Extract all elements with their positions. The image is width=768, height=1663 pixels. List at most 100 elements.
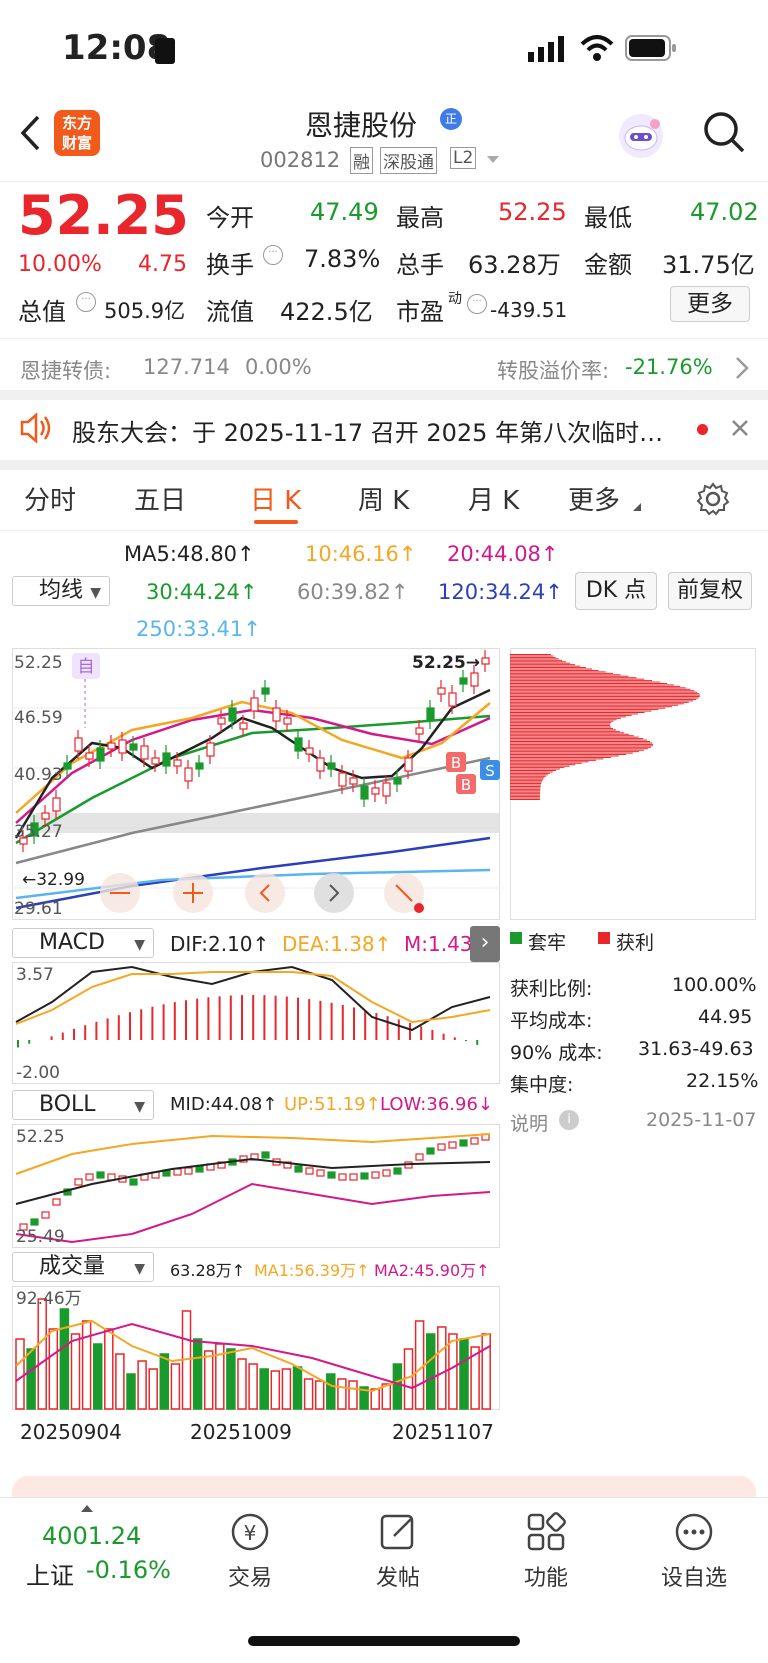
date-label-end: 20251107 bbox=[392, 1420, 494, 1444]
index-value[interactable]: 4001.24 bbox=[42, 1522, 141, 1550]
chip-bar bbox=[510, 659, 563, 661]
chip-bar bbox=[510, 767, 565, 769]
ma120-value: 120:34.24↑ bbox=[438, 580, 563, 604]
more-button[interactable]: 更多 bbox=[670, 286, 750, 322]
macd-select[interactable]: MACD ▼ bbox=[12, 928, 154, 958]
volume-bar bbox=[425, 1333, 436, 1410]
vol-value: 63.28万↑ bbox=[170, 1261, 246, 1280]
volume-bar bbox=[137, 1360, 147, 1410]
candle bbox=[283, 717, 292, 725]
scroll-left-button bbox=[245, 873, 285, 913]
ma10-value: 10:46.16↑ bbox=[305, 542, 417, 566]
volume-bar bbox=[248, 1363, 258, 1410]
tab-daily[interactable]: 日 K bbox=[250, 480, 301, 517]
chip-bar bbox=[510, 665, 581, 667]
chip-bar bbox=[510, 717, 621, 719]
chip-bar bbox=[510, 749, 645, 751]
candle bbox=[63, 762, 72, 770]
bond-label: 恩捷转债: bbox=[20, 359, 112, 383]
volume-chart[interactable]: 92.46万 bbox=[12, 1286, 500, 1410]
search-icon[interactable] bbox=[702, 110, 746, 154]
candle bbox=[481, 657, 490, 665]
candle bbox=[305, 747, 314, 755]
candle bbox=[382, 782, 391, 797]
speaker-icon bbox=[20, 412, 51, 444]
app-logo: 东方 财富 bbox=[54, 110, 100, 156]
battery-icon bbox=[625, 35, 676, 61]
chip-bar bbox=[510, 690, 695, 692]
tab-monthly[interactable]: 月 K bbox=[468, 480, 519, 517]
boll-chart[interactable]: 52.25 25.49 bbox=[12, 1124, 500, 1248]
mcap-value: 505.9亿 bbox=[104, 299, 186, 323]
candle bbox=[404, 757, 413, 772]
volume-bar bbox=[126, 1373, 136, 1410]
index-name[interactable]: 上证 bbox=[26, 1556, 74, 1591]
chevron-right-icon[interactable] bbox=[735, 356, 749, 380]
boll-select[interactable]: BOLL ▼ bbox=[12, 1090, 154, 1120]
volume-bar bbox=[37, 1298, 47, 1410]
boll-candle bbox=[74, 1178, 83, 1186]
volume-bar bbox=[292, 1366, 303, 1410]
tab-intraday[interactable]: 分时 bbox=[24, 480, 76, 517]
chip-bar bbox=[510, 764, 576, 766]
dk-point-button[interactable]: DK 点 bbox=[575, 572, 657, 610]
info-icon[interactable]: i bbox=[559, 1110, 579, 1130]
chip-bar bbox=[510, 733, 629, 735]
notice-text[interactable]: 股东大会：于 2025-11-17 召开 2025 年第八次临时… bbox=[72, 413, 663, 448]
chip-bar bbox=[510, 722, 612, 724]
index-pct[interactable]: -0.16% bbox=[86, 1556, 171, 1584]
info-icon[interactable]: ··· bbox=[467, 294, 487, 314]
chip-bar bbox=[510, 685, 681, 687]
chip-bar bbox=[510, 777, 545, 779]
tab-watchlist[interactable]: 设自选 bbox=[644, 1510, 744, 1592]
vol-ymax: 92.46万 bbox=[16, 1289, 82, 1309]
chip-val-3: 22.15% bbox=[686, 1070, 759, 1092]
expand-indicator-button[interactable]: › bbox=[470, 926, 500, 962]
chip-bar bbox=[510, 672, 613, 674]
candle bbox=[140, 745, 149, 760]
dropdown-caret-icon[interactable] bbox=[486, 155, 500, 165]
tab-weekly[interactable]: 周 K bbox=[358, 480, 409, 517]
tab-trade[interactable]: ¥ 交易 bbox=[200, 1510, 300, 1592]
macd-chart[interactable]: 3.57 -2.00 bbox=[12, 962, 500, 1084]
chip-bar bbox=[510, 709, 659, 711]
settings-gear-icon[interactable] bbox=[696, 482, 730, 516]
robot-assistant-icon[interactable] bbox=[615, 110, 667, 162]
tab-post[interactable]: 发帖 bbox=[348, 1510, 448, 1592]
boll-candle bbox=[448, 1141, 457, 1149]
volume-bar bbox=[59, 1308, 70, 1410]
premium-value: -21.76% bbox=[625, 355, 713, 379]
adjust-button[interactable]: 前复权 bbox=[668, 572, 752, 610]
tab-more[interactable]: 更多 bbox=[568, 480, 620, 517]
chip-bar bbox=[510, 772, 550, 774]
chip-note-link[interactable]: 说明 bbox=[510, 1109, 548, 1136]
last-price: 52.25 bbox=[18, 184, 189, 247]
chip-bar bbox=[510, 655, 554, 657]
min-price-label: ←32.99 bbox=[22, 870, 85, 890]
ma5-value: MA5:48.80↑ bbox=[124, 542, 255, 566]
volume-bar bbox=[348, 1380, 358, 1410]
index-caret-icon[interactable] bbox=[80, 1503, 94, 1513]
tab-5day[interactable]: 五日 bbox=[134, 480, 186, 517]
chip-bar bbox=[510, 701, 689, 703]
volume-bar bbox=[303, 1378, 314, 1410]
back-icon[interactable] bbox=[18, 114, 42, 152]
indicator-select[interactable]: 均线 ▼ bbox=[12, 576, 110, 606]
vol-ma1: MA1:56.39万↑ bbox=[254, 1261, 370, 1280]
chip-bar bbox=[510, 727, 614, 729]
boll-candle bbox=[371, 1171, 380, 1179]
info-icon[interactable]: ··· bbox=[263, 245, 283, 265]
boll-ymin: 25.49 bbox=[16, 1227, 65, 1247]
info-icon[interactable]: ··· bbox=[76, 292, 96, 312]
kline-chart[interactable]: 自 52.25 46.59 40.93 35.27 29.61 52.25→ ←… bbox=[12, 648, 500, 920]
volume-select[interactable]: 成交量 ▼ bbox=[12, 1252, 154, 1282]
boll-candle bbox=[437, 1143, 446, 1151]
close-icon[interactable] bbox=[730, 418, 750, 438]
chip-bar bbox=[510, 796, 541, 798]
candle bbox=[261, 687, 270, 695]
float-value: 422.5亿 bbox=[280, 298, 373, 326]
macd-ymax: 3.57 bbox=[16, 965, 54, 985]
chip-bar bbox=[510, 658, 559, 660]
wifi-icon bbox=[580, 35, 614, 61]
tab-functions[interactable]: 功能 bbox=[496, 1510, 596, 1592]
